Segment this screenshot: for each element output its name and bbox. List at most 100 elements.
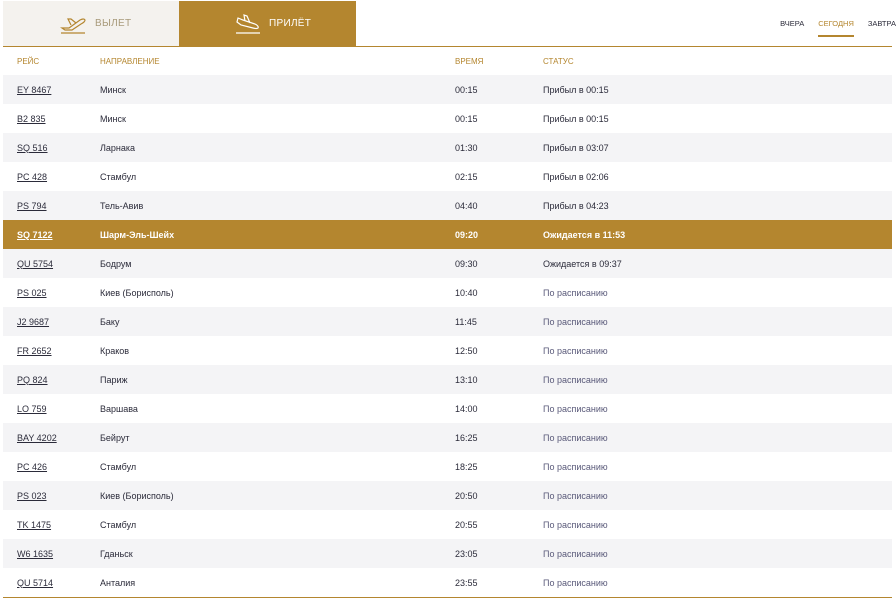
flight-status: Прибыл в 03:07	[543, 142, 609, 153]
flight-number-link[interactable]: PS 794	[17, 201, 47, 211]
flight-time: 10:40	[455, 287, 478, 298]
flight-number-link[interactable]: J2 9687	[17, 317, 49, 327]
flight-time: 23:55	[455, 577, 478, 588]
table-row[interactable]: SQ 7122 Шарм-Эль-Шейх 09:20 Ожидается в 11:…	[3, 220, 892, 249]
flight-status: По расписанию	[543, 461, 608, 472]
flight-status: По расписанию	[543, 316, 608, 327]
column-header-time: ВРЕМЯ	[455, 56, 484, 66]
table-body: EY 8467 Минск 00:15 Прибыл в 00:15 B2 835 Мин…	[3, 75, 892, 597]
flight-status: Ожидается в 11:53	[543, 229, 626, 240]
tab-arrivals[interactable]: ПРИЛЁТ	[179, 1, 356, 46]
flight-number-link[interactable]: PS 023	[17, 491, 47, 501]
flight-time: 01:30	[455, 142, 478, 153]
flight-number-link[interactable]: QU 5714	[17, 578, 53, 588]
flight-time: 09:30	[455, 258, 478, 269]
flight-direction: Париж	[100, 374, 128, 385]
flight-status: По расписанию	[543, 287, 608, 298]
flight-number-link[interactable]: BAY 4202	[17, 433, 57, 443]
flight-status: По расписанию	[543, 403, 608, 414]
flight-number-link[interactable]: PQ 824	[17, 375, 48, 385]
flight-status: Прибыл в 00:15	[543, 84, 609, 95]
flight-number-link[interactable]: FR 2652	[17, 346, 52, 356]
table-row[interactable]: EY 8467 Минск 00:15 Прибыл в 00:15	[3, 75, 892, 104]
flight-direction: Киев (Борисполь)	[100, 490, 174, 501]
flight-number-link[interactable]: TK 1475	[17, 520, 51, 530]
day-tab[interactable]: ЗАВТРА	[868, 19, 896, 37]
flight-direction: Бейрут	[100, 432, 130, 443]
flight-status: Прибыл в 02:06	[543, 171, 609, 182]
table-row[interactable]: BAY 4202 Бейрут 16:25 По расписанию	[3, 423, 892, 452]
flight-status: По расписанию	[543, 374, 608, 385]
flight-number-link[interactable]: SQ 7122	[17, 230, 53, 240]
flight-time: 09:20	[455, 229, 479, 240]
flight-direction: Ларнака	[100, 142, 136, 153]
flight-time: 20:55	[455, 519, 478, 530]
table-row[interactable]: PQ 824 Париж 13:10 По расписанию	[3, 365, 892, 394]
flight-direction: Киев (Борисполь)	[100, 287, 174, 298]
flight-status: По расписанию	[543, 432, 608, 443]
flight-number-link[interactable]: SQ 516	[17, 143, 48, 153]
flight-number-link[interactable]: W6 1635	[17, 549, 53, 559]
flight-direction: Варшава	[100, 403, 138, 414]
table-row[interactable]: SQ 516 Ларнака 01:30 Прибыл в 03:07	[3, 133, 892, 162]
table-row[interactable]: W6 1635 Гданьск 23:05 По расписанию	[3, 539, 892, 568]
column-header-status: СТАТУС	[543, 56, 574, 66]
flight-direction: Гданьск	[100, 548, 133, 559]
table-row[interactable]: PS 023 Киев (Борисполь) 20:50 По расписанию	[3, 481, 892, 510]
flight-time: 13:10	[455, 374, 478, 385]
table-row[interactable]: PC 426 Стамбул 18:25 По расписанию	[3, 452, 892, 481]
flight-board: ВЫЛЕТ ПРИЛЁТ ВЧЕРА СЕГОДНЯ ЗАВТРА РЕЙС НАП…	[0, 0, 896, 602]
flight-status: По расписанию	[543, 345, 608, 356]
divider	[3, 597, 892, 598]
tab-arrivals-label: ПРИЛЁТ	[269, 18, 312, 29]
flight-time: 14:00	[455, 403, 478, 414]
flight-number-link[interactable]: B2 835	[17, 114, 46, 124]
day-tab[interactable]: ВЧЕРА	[780, 19, 804, 37]
flight-direction: Краков	[100, 345, 130, 356]
table-row[interactable]: J2 9687 Баку 11:45 По расписанию	[3, 307, 892, 336]
column-header-direction: НАПРАВЛЕНИЕ	[100, 56, 160, 66]
flight-time: 12:50	[455, 345, 478, 356]
flight-number-link[interactable]: LO 759	[17, 404, 47, 414]
flight-number-link[interactable]: PC 426	[17, 462, 47, 472]
tab-departures[interactable]: ВЫЛЕТ	[3, 1, 179, 46]
table-row[interactable]: LO 759 Варшава 14:00 По расписанию	[3, 394, 892, 423]
column-header-flight: РЕЙС	[17, 56, 40, 66]
flight-number-link[interactable]: QU 5754	[17, 259, 53, 269]
table-row[interactable]: TK 1475 Стамбул 20:55 По расписанию	[3, 510, 892, 539]
table-row[interactable]: QU 5754 Бодрум 09:30 Ожидается в 09:37	[3, 249, 892, 278]
flight-direction: Бодрум	[100, 258, 132, 269]
table-row[interactable]: B2 835 Минск 00:15 Прибыл в 00:15	[3, 104, 892, 133]
flights-table: РЕЙС НАПРАВЛЕНИЕ ВРЕМЯ СТАТУС EY 8467 Мин…	[3, 47, 892, 597]
flight-time: 16:25	[455, 432, 478, 443]
flight-time: 20:50	[455, 490, 478, 501]
flight-number-link[interactable]: EY 8467	[17, 85, 51, 95]
flight-direction: Стамбул	[100, 519, 137, 530]
table-row[interactable]: PS 794 Тель-Авив 04:40 Прибыл в 04:23	[3, 191, 892, 220]
flight-direction: Тель-Авив	[100, 200, 144, 211]
flight-time: 18:25	[455, 461, 478, 472]
flight-direction: Минск	[100, 84, 126, 95]
flight-direction: Минск	[100, 113, 126, 124]
flight-time: 11:45	[455, 316, 477, 327]
tab-departures-label: ВЫЛЕТ	[95, 18, 132, 29]
flight-number-link[interactable]: PC 428	[17, 172, 47, 182]
flight-status: По расписанию	[543, 490, 608, 501]
table-row[interactable]: PC 428 Стамбул 02:15 Прибыл в 02:06	[3, 162, 892, 191]
flight-direction: Анталия	[100, 577, 136, 588]
flight-number-link[interactable]: PS 025	[17, 288, 47, 298]
flight-direction: Стамбул	[100, 461, 137, 472]
flight-status: По расписанию	[543, 548, 608, 559]
flight-status: По расписанию	[543, 519, 608, 530]
flight-time: 04:40	[455, 200, 478, 211]
day-tab[interactable]: СЕГОДНЯ	[818, 19, 854, 37]
table-row[interactable]: FR 2652 Краков 12:50 По расписанию	[3, 336, 892, 365]
table-row[interactable]: QU 5714 Анталия 23:55 По расписанию	[3, 568, 892, 597]
flight-direction: Баку	[100, 316, 120, 327]
table-header: РЕЙС НАПРАВЛЕНИЕ ВРЕМЯ СТАТУС	[3, 47, 892, 75]
flight-status: Ожидается в 09:37	[543, 258, 622, 269]
flight-time: 02:15	[455, 171, 478, 182]
direction-tabs: ВЫЛЕТ ПРИЛЁТ	[3, 1, 356, 46]
table-row[interactable]: PS 025 Киев (Борисполь) 10:40 По расписанию	[3, 278, 892, 307]
flight-status: Прибыл в 04:23	[543, 200, 609, 211]
